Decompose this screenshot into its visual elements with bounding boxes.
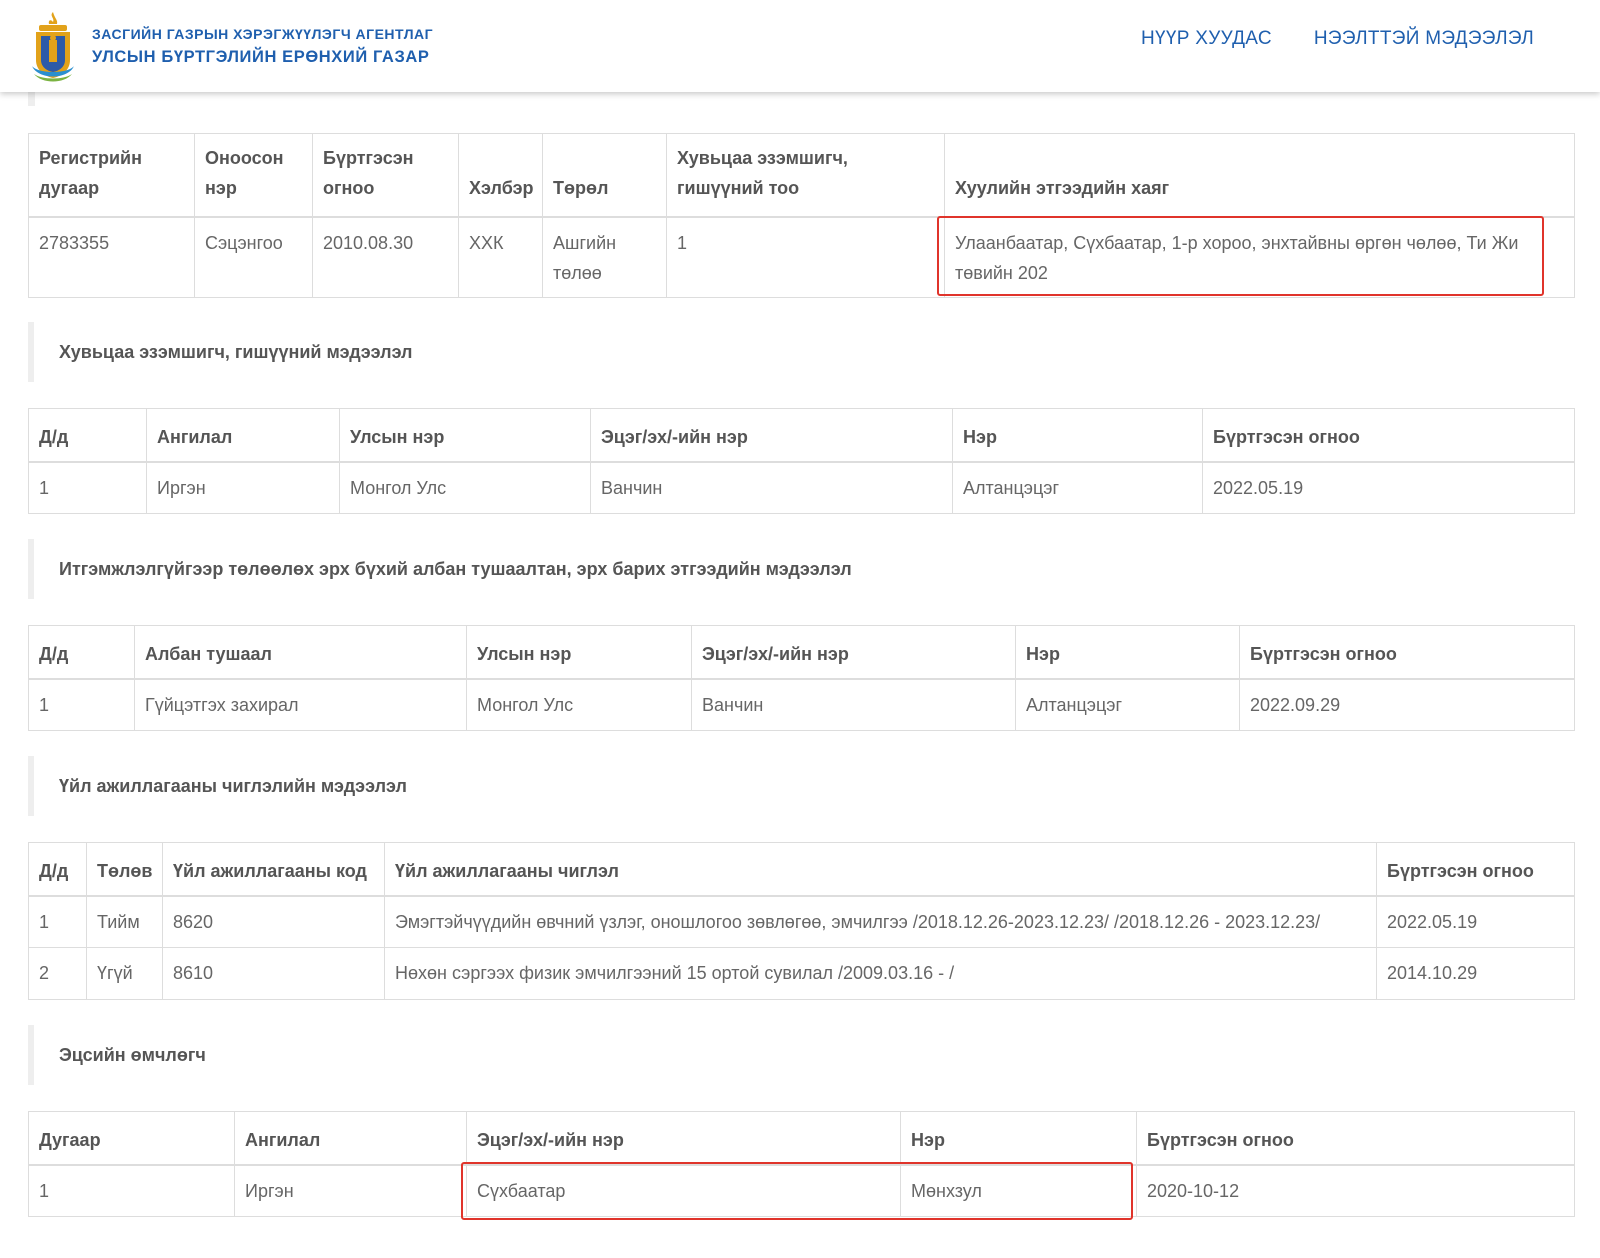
col-name: Нэр xyxy=(900,1111,1137,1166)
cell-parent-name: Сүхбаатар xyxy=(466,1164,901,1217)
col-parent-name: Эцэг/эх/-ийн нэр xyxy=(466,1111,901,1166)
org-line-1: ЗАСГИЙН ГАЗРЫН ХЭРЭГЖҮҮЛЭГЧ АГЕНТЛАГ xyxy=(92,26,434,42)
col-company-name: Оноосон нэр xyxy=(194,133,313,218)
company-table: Регистрийн дугаар Оноосон нэр Бүртгэсэн … xyxy=(28,133,1575,298)
col-status: Төлөв xyxy=(86,842,163,897)
col-type: Төрөл xyxy=(542,133,667,218)
officials-table: Д/д Албан тушаал Улсын нэр Эцэг/эх/-ийн … xyxy=(28,625,1575,731)
cell-registered-date: 2022.09.29 xyxy=(1239,678,1575,731)
cell-category: Иргэн xyxy=(234,1164,467,1217)
cell-shareholder-count: 1 xyxy=(666,216,945,298)
table-row: 2783355 Сэцэнгоо 2010.08.30 ХХК Ашгийн т… xyxy=(28,216,1575,298)
cell-legal-address: Улаанбаатар, Сүхбаатар, 1-р хороо, энхта… xyxy=(944,216,1575,298)
cell-registered-date: 2014.10.29 xyxy=(1376,947,1575,1000)
table-row: 2 Үгүй 8610 Нөхөн сэргээх физик эмчилгээ… xyxy=(28,947,1575,1000)
site-header: ЗАСГИЙН ГАЗРЫН ХЭРЭГЖҮҮЛЭГЧ АГЕНТЛАГ УЛС… xyxy=(0,0,1600,92)
cell-number: 1 xyxy=(28,1164,235,1217)
section-title: Үйл ажиллагааны чиглэлийн мэдээлэл xyxy=(59,776,407,796)
nav-open-info-link[interactable]: НЭЭЛТТЭЙ МЭДЭЭЛЭЛ xyxy=(1314,28,1534,50)
activities-table: Д/д Төлөв Үйл ажиллагааны код Үйл ажилла… xyxy=(28,842,1575,1000)
col-category: Ангилал xyxy=(234,1111,467,1166)
cell-name: Алтанцэцэг xyxy=(952,461,1203,514)
table-header-row: Д/д Ангилал Улсын нэр Эцэг/эх/-ийн нэр Н… xyxy=(28,408,1575,463)
col-registered-date: Бүртгэсэн огноо xyxy=(1136,1111,1575,1166)
table-row: 1 Иргэн Сүхбаатар Мөнхзул 2020-10-12 xyxy=(28,1164,1575,1217)
col-index: Д/д xyxy=(28,625,135,680)
col-activity-code: Үйл ажиллагааны код xyxy=(162,842,385,897)
section-officials: Итгэмжлэлгүйгээр төлөөлөх эрх бүхий алба… xyxy=(28,539,1574,599)
cell-form: ХХК xyxy=(458,216,543,298)
col-category: Ангилал xyxy=(146,408,340,463)
cell-activity-code: 8620 xyxy=(162,895,385,948)
col-name: Нэр xyxy=(1015,625,1240,680)
col-position: Албан тушаал xyxy=(134,625,467,680)
col-name: Нэр xyxy=(952,408,1203,463)
col-registration-number: Регистрийн дугаар xyxy=(28,133,195,218)
cell-category: Иргэн xyxy=(146,461,340,514)
col-parent-name: Эцэг/эх/-ийн нэр xyxy=(590,408,953,463)
table-header-row: Д/д Албан тушаал Улсын нэр Эцэг/эх/-ийн … xyxy=(28,625,1575,680)
main-nav: НҮҮР ХУУДАС НЭЭЛТТЭЙ МЭДЭЭЛЭЛ xyxy=(1141,28,1534,50)
organization-name: ЗАСГИЙН ГАЗРЫН ХЭРЭГЖҮҮЛЭГЧ АГЕНТЛАГ УЛС… xyxy=(92,26,433,67)
cell-country: Монгол Улс xyxy=(339,461,591,514)
col-country: Улсын нэр xyxy=(339,408,591,463)
org-line-2: УЛСЫН БҮРТГЭЛИЙН ЕРӨНХИЙ ГАЗАР xyxy=(92,48,430,66)
section-title: Итгэмжлэлгүйгээр төлөөлөх эрх бүхий алба… xyxy=(59,559,852,579)
table-header-row: Д/д Төлөв Үйл ажиллагааны код Үйл ажилла… xyxy=(28,842,1575,897)
cell-index: 2 xyxy=(28,947,87,1000)
table-header-row: Регистрийн дугаар Оноосон нэр Бүртгэсэн … xyxy=(28,133,1575,218)
cell-registration-number: 2783355 xyxy=(28,216,195,298)
cell-country: Монгол Улс xyxy=(466,678,692,731)
section-beneficiaries: Эцсийн өмчлөгч xyxy=(28,1025,1574,1085)
table-header-row: Дугаар Ангилал Эцэг/эх/-ийн нэр Нэр Бүрт… xyxy=(28,1111,1575,1166)
col-legal-address: Хуулийн этгээдийн хаяг xyxy=(944,133,1575,218)
cell-activity: Нөхөн сэргээх физик эмчилгээний 15 ортой… xyxy=(384,947,1377,1000)
cell-status: Тийм xyxy=(86,895,163,948)
section-title: Эцсийн өмчлөгч xyxy=(59,1045,206,1065)
cell-index: 1 xyxy=(28,461,147,514)
col-number: Дугаар xyxy=(28,1111,235,1166)
col-index: Д/д xyxy=(28,408,147,463)
section-activities: Үйл ажиллагааны чиглэлийн мэдээлэл xyxy=(28,756,1574,816)
col-activity: Үйл ажиллагааны чиглэл xyxy=(384,842,1377,897)
cell-activity-code: 8610 xyxy=(162,947,385,1000)
cell-name: Мөнхзул xyxy=(900,1164,1137,1217)
section-title: Хувьцаа эзэмшигч, гишүүний мэдээлэл xyxy=(59,342,413,362)
cell-name: Алтанцэцэг xyxy=(1015,678,1240,731)
cell-registered-date: 2020-10-12 xyxy=(1136,1164,1575,1217)
shareholders-table: Д/д Ангилал Улсын нэр Эцэг/эх/-ийн нэр Н… xyxy=(28,408,1575,514)
col-parent-name: Эцэг/эх/-ийн нэр xyxy=(691,625,1016,680)
col-form: Хэлбэр xyxy=(458,133,543,218)
section-shareholders: Хувьцаа эзэмшигч, гишүүний мэдээлэл xyxy=(28,322,1574,382)
col-registered-date: Бүртгэсэн огноо xyxy=(1239,625,1575,680)
soyombo-emblem-icon[interactable] xyxy=(28,10,78,84)
cell-registered-date: 2022.05.19 xyxy=(1202,461,1575,514)
cell-index: 1 xyxy=(28,678,135,731)
cell-status: Үгүй xyxy=(86,947,163,1000)
cell-position: Гүйцэтгэх захирал xyxy=(134,678,467,731)
cell-company-name: Сэцэнгоо xyxy=(194,216,313,298)
col-registered-date: Бүртгэсэн огноо xyxy=(312,133,459,218)
cell-registered-date: 2010.08.30 xyxy=(312,216,459,298)
col-country: Улсын нэр xyxy=(466,625,692,680)
cell-parent-name: Ванчин xyxy=(691,678,1016,731)
section-accent xyxy=(28,92,35,106)
nav-home-link[interactable]: НҮҮР ХУУДАС xyxy=(1141,28,1272,50)
cell-index: 1 xyxy=(28,895,87,948)
beneficiaries-table: Дугаар Ангилал Эцэг/эх/-ийн нэр Нэр Бүрт… xyxy=(28,1111,1575,1217)
cell-registered-date: 2022.05.19 xyxy=(1376,895,1575,948)
col-registered-date: Бүртгэсэн огноо xyxy=(1376,842,1575,897)
col-registered-date: Бүртгэсэн огноо xyxy=(1202,408,1575,463)
table-row: 1 Тийм 8620 Эмэгтэйчүүдийн өвчний үзлэг,… xyxy=(28,895,1575,948)
table-row: 1 Иргэн Монгол Улс Ванчин Алтанцэцэг 202… xyxy=(28,461,1575,514)
cell-parent-name: Ванчин xyxy=(590,461,953,514)
table-row: 1 Гүйцэтгэх захирал Монгол Улс Ванчин Ал… xyxy=(28,678,1575,731)
cell-activity: Эмэгтэйчүүдийн өвчний үзлэг, оношлогоо з… xyxy=(384,895,1377,948)
cell-type: Ашгийн төлөө xyxy=(542,216,667,298)
col-shareholder-count: Хувьцаа эзэмшигч, гишүүний тоо xyxy=(666,133,945,218)
col-index: Д/д xyxy=(28,842,87,897)
